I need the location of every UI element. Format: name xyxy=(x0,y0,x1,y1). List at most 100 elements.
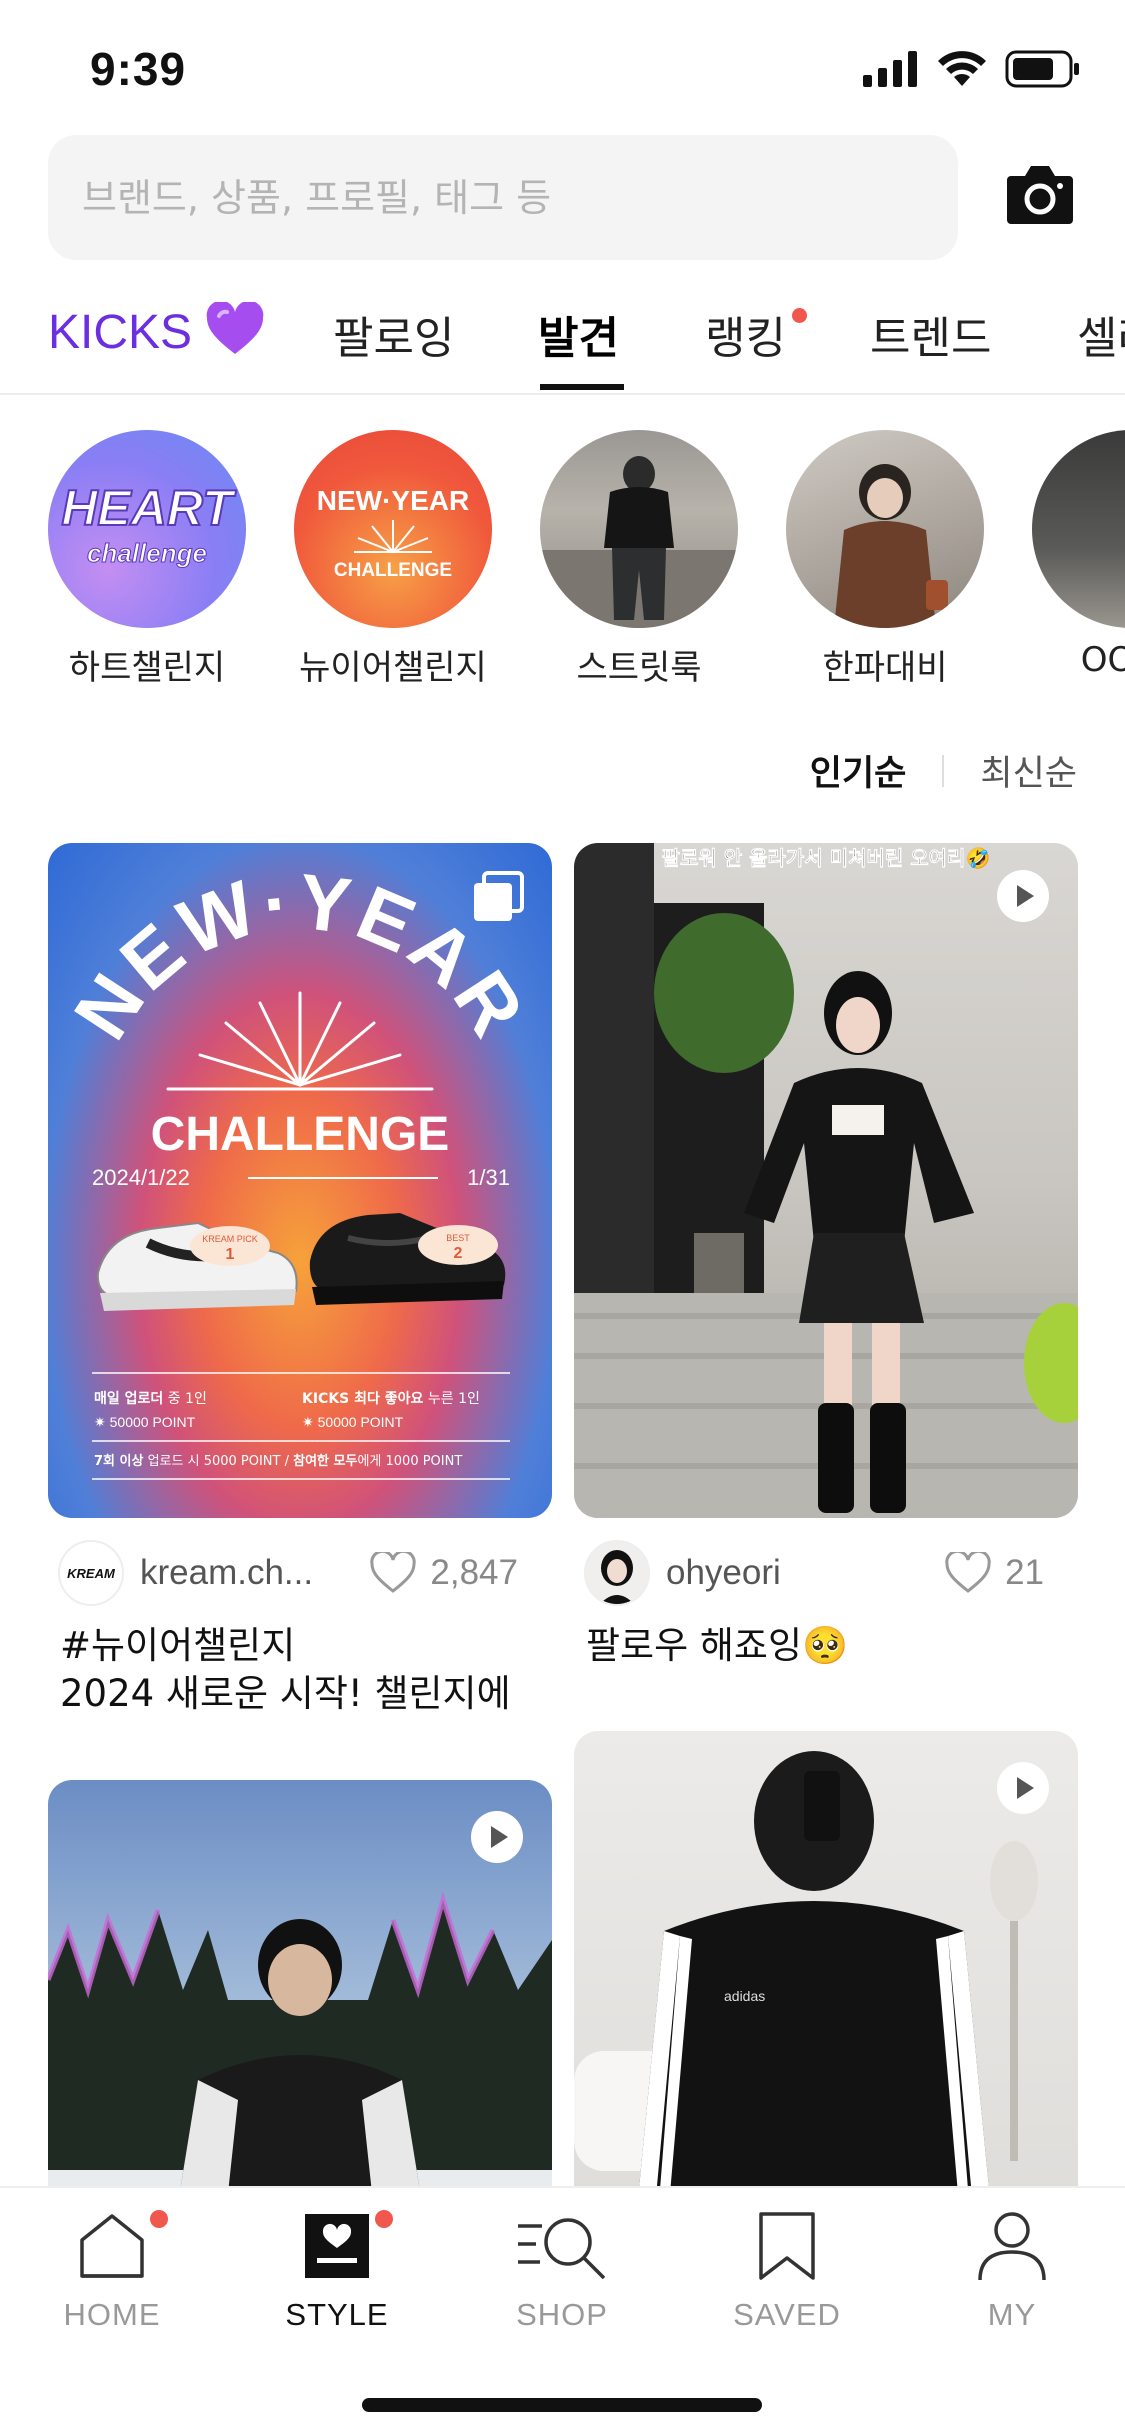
status-time: 9:39 xyxy=(90,43,187,95)
svg-text:7회 이상 업로드 시 5000 POINT / 참여한 모: 7회 이상 업로드 시 5000 POINT / 참여한 모두에게 1000 P… xyxy=(94,1453,462,1469)
tab-trend[interactable]: 트렌드 xyxy=(870,302,991,366)
ootd-photo xyxy=(1032,430,1125,628)
avatar-text: KREAM xyxy=(67,1565,115,1581)
nav-home[interactable]: HOME xyxy=(12,2210,212,2333)
avatar-photo xyxy=(600,1550,634,1604)
tab-following[interactable]: 팔로잉 xyxy=(333,302,454,366)
new-year-challenge-poster: NEW·YEAR CHALLENGE 2024/1/22 1/31 KREAM … xyxy=(57,857,539,1480)
sort-toggle: 인기순 최신순 xyxy=(810,745,1077,796)
tab-kicks-label: KICKS xyxy=(48,306,193,359)
story-ootd[interactable]: OOTD xyxy=(1006,430,1125,680)
tab-ranking[interactable]: 랭킹 xyxy=(705,302,786,366)
play-icon xyxy=(997,1762,1049,1814)
username[interactable]: kream.ch... xyxy=(140,1553,313,1593)
nav-my[interactable]: MY xyxy=(912,2210,1112,2333)
svg-text:✷ 50000 POINT: ✷ 50000 POINT xyxy=(302,1414,404,1430)
feed-card-ohyeori[interactable]: 팔로워 안 올라가서 미쳐버린 오여리🤣 xyxy=(574,843,1078,1518)
svg-text:1: 1 xyxy=(226,1246,235,1263)
story-thumbnail: HEART challenge xyxy=(48,430,246,628)
nav-style[interactable]: STYLE xyxy=(237,2210,437,2333)
story-cold-wave[interactable]: 한파대비 xyxy=(760,430,1010,689)
nav-shop[interactable]: SHOP xyxy=(462,2210,662,2333)
street-look-photo xyxy=(540,456,738,628)
tab-kicks[interactable]: KICKS xyxy=(48,300,265,360)
nav-label: HOME xyxy=(63,2297,161,2332)
svg-text:NEW·YEAR: NEW·YEAR xyxy=(317,485,469,516)
card-1-meta: KREAM kream.ch... 2,847 xyxy=(58,1540,518,1606)
home-icon xyxy=(80,2214,144,2278)
search-input[interactable] xyxy=(82,175,958,220)
feed-card-winter-video[interactable] xyxy=(48,1780,552,2240)
nav-saved[interactable]: SAVED xyxy=(687,2210,887,2333)
card-2-meta: ohyeori 21 xyxy=(584,1540,1044,1606)
story-label: 뉴이어챌린지 xyxy=(299,648,487,688)
nav-label: SAVED xyxy=(733,2297,841,2332)
nav-label: MY xyxy=(987,2297,1037,2332)
svg-text:CHALLENGE: CHALLENGE xyxy=(334,560,452,581)
sort-divider xyxy=(942,754,945,787)
sort-latest[interactable]: 최신순 xyxy=(980,745,1077,796)
battery-icon xyxy=(1005,50,1079,88)
story-street-look[interactable]: 스트릿룩 xyxy=(514,430,764,689)
feed-card-new-year-challenge[interactable]: NEW·YEAR CHALLENGE 2024/1/22 1/31 KREAM … xyxy=(48,843,552,1518)
svg-text:매일 업로더 중 1인: 매일 업로더 중 1인 xyxy=(94,1391,207,1407)
heart-icon[interactable] xyxy=(370,1552,417,1594)
camera-icon[interactable] xyxy=(1005,162,1075,226)
svg-text:✷ 50000 POINT: ✷ 50000 POINT xyxy=(94,1414,196,1430)
tab-seller[interactable]: 셀러 xyxy=(1077,302,1125,366)
avatar[interactable]: KREAM xyxy=(58,1540,124,1606)
sort-popular[interactable]: 인기순 xyxy=(810,745,907,796)
story-thumbnail: NEW·YEAR CHALLENGE xyxy=(294,430,492,628)
play-icon xyxy=(471,1811,523,1863)
story-label: 스트릿룩 xyxy=(576,648,702,688)
nav-label: STYLE xyxy=(285,2297,389,2332)
svg-text:CHALLENGE: CHALLENGE xyxy=(151,1108,450,1161)
status-icons xyxy=(863,50,1081,88)
story-label: 한파대비 xyxy=(822,648,948,688)
story-row: HEART challenge 하트챌린지 NEW·YEAR CHALLENGE… xyxy=(0,430,1125,700)
svg-text:팔로워 안 올라가서 미쳐버린 오여리🤣: 팔로워 안 올라가서 미쳐버린 오여리🤣 xyxy=(662,846,991,871)
search-bar[interactable] xyxy=(48,135,958,260)
active-tab-indicator xyxy=(540,384,624,390)
home-indicator xyxy=(362,2398,762,2412)
home-notification-dot xyxy=(150,2210,168,2228)
tab-discover[interactable]: 발견 xyxy=(538,302,619,366)
story-heart-challenge[interactable]: HEART challenge 하트챌린지 xyxy=(22,430,272,689)
story-new-year-challenge[interactable]: NEW·YEAR CHALLENGE 뉴이어챌린지 xyxy=(268,430,518,689)
like-count: 21 xyxy=(1005,1553,1044,1592)
svg-text:HEART: HEART xyxy=(61,480,237,536)
new-year-challenge-art: NEW·YEAR CHALLENGE xyxy=(317,485,469,581)
feed-card-track-jacket-video[interactable]: adidas xyxy=(574,1731,1078,2240)
caption-line: #뉴이어챌린지 xyxy=(60,1624,296,1667)
tab-ranking-label: 랭킹 xyxy=(705,313,786,364)
username[interactable]: ohyeori xyxy=(666,1553,781,1593)
ranking-notification-dot xyxy=(792,308,807,323)
style-icon xyxy=(305,2214,369,2278)
heart-challenge-art: HEART challenge xyxy=(60,479,238,569)
like-count: 2,847 xyxy=(430,1553,518,1592)
svg-text:2024/1/22: 2024/1/22 xyxy=(92,1165,190,1190)
play-icon xyxy=(997,870,1049,922)
signal-icon xyxy=(863,51,917,87)
heart-icon[interactable] xyxy=(945,1552,991,1594)
card-1-caption[interactable]: #뉴이어챌린지 2024 새로운 시작! 챌린지에 xyxy=(60,1622,520,1718)
top-tabs: KICKS 팔로잉 발견 랭킹 트렌드 셀러 xyxy=(0,290,1125,395)
nav-label: SHOP xyxy=(516,2297,608,2332)
story-label: OOTD xyxy=(1080,640,1125,680)
avatar[interactable] xyxy=(584,1540,650,1606)
caption-line: 2024 새로운 시작! 챌린지에 xyxy=(60,1672,511,1715)
svg-text:KREAM PICK: KREAM PICK xyxy=(202,1234,258,1244)
ohyeori-video-thumbnail: 팔로워 안 올라가서 미쳐버린 오여리🤣 xyxy=(574,843,1078,1518)
story-thumbnail xyxy=(786,430,984,628)
story-thumbnail xyxy=(540,430,738,628)
multi-image-icon xyxy=(474,871,524,921)
story-thumbnail xyxy=(1032,430,1125,628)
shop-search-icon xyxy=(518,2218,606,2280)
svg-text:1/31: 1/31 xyxy=(467,1165,510,1190)
status-bar: 9:39 xyxy=(0,0,1125,130)
svg-text:KICKS 최다 좋아요 누른 1인: KICKS 최다 좋아요 누른 1인 xyxy=(302,1390,480,1407)
bookmark-icon xyxy=(759,2212,815,2280)
svg-text:adidas: adidas xyxy=(724,1988,765,2004)
card-2-caption[interactable]: 팔로우 해죠잉🥺 xyxy=(586,1622,1046,1670)
svg-text:challenge: challenge xyxy=(87,538,207,568)
